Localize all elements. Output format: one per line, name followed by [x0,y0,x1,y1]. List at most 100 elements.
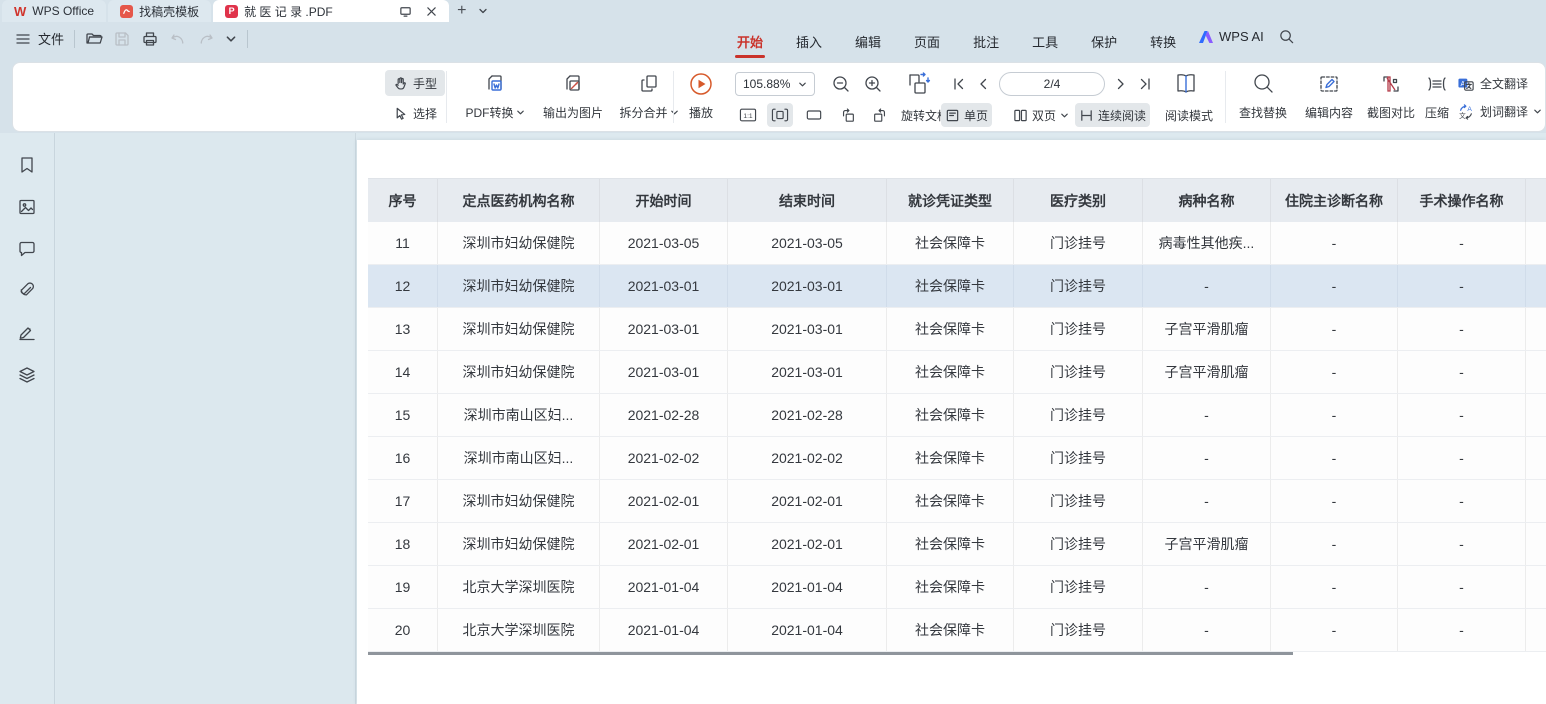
signature-pen-icon[interactable] [17,323,37,343]
table-cell: 2021-03-01 [728,265,887,307]
table-cell: 12 [368,265,438,307]
menu-tab-页面[interactable]: 页面 [912,28,942,55]
prev-page-icon[interactable] [975,76,991,92]
table-cell: - [1398,566,1526,608]
tab-label: WPS Office [32,4,94,18]
attachment-icon[interactable] [17,281,37,301]
zoom-in-icon[interactable] [863,74,883,94]
page-indicator-value: 2/4 [1044,77,1061,91]
menu-tab-编辑[interactable]: 编辑 [853,28,883,55]
table-row[interactable]: 11深圳市妇幼保健院2021-03-052021-03-05社会保障卡门诊挂号病… [368,222,1546,265]
fit-page-button[interactable] [801,103,827,127]
continuous-read-button[interactable]: 连续阅读 [1075,103,1150,127]
table-cell: - [1271,394,1398,436]
svg-text:文: 文 [1459,110,1466,119]
full-translate-button[interactable]: A 全文翻译 [1457,75,1528,92]
pdf-convert-icon [483,69,507,99]
menu-tab-开始[interactable]: 开始 [735,28,765,55]
first-page-icon[interactable] [951,76,967,92]
select-tool-button[interactable]: 选择 [385,100,445,126]
close-tab-icon[interactable] [426,6,437,17]
table-row[interactable]: 15深圳市南山区妇...2021-02-282021-02-28社会保障卡门诊挂… [368,394,1546,437]
screenshot-compare-button[interactable]: 截图对比 [1359,69,1423,121]
last-page-icon[interactable] [1137,76,1153,92]
actual-size-button[interactable]: 1:1 [735,103,761,127]
bookmark-icon[interactable] [17,155,37,175]
menu-tab-插入[interactable]: 插入 [794,28,824,55]
table-cell: 深圳市南山区妇... [438,394,600,436]
quickbar-chevron-icon[interactable] [225,33,237,45]
pdf-page[interactable]: 序号定点医药机构名称开始时间结束时间就诊凭证类型医疗类别病种名称住院主诊断名称手… [357,140,1546,704]
thumbnail-icon[interactable] [17,197,37,217]
comment-icon[interactable] [17,239,37,259]
table-cell: 13 [368,308,438,350]
file-menu-button[interactable]: 文件 [14,29,64,48]
next-page-icon[interactable] [1113,76,1129,92]
table-cell: - [1271,222,1398,264]
single-page-button[interactable]: 单页 [941,103,992,127]
hand-tool-button[interactable]: 手型 [385,70,445,96]
table-row[interactable]: 20北京大学深圳医院2021-01-042021-01-04社会保障卡门诊挂号-… [368,609,1546,652]
table-cell: 社会保障卡 [887,437,1014,479]
full-translate-label: 全文翻译 [1480,75,1528,92]
table-cell: 子宫平滑肌瘤 [1143,523,1271,565]
cursor-icon [393,106,408,121]
table-row[interactable]: 18深圳市妇幼保健院2021-02-012021-02-01社会保障卡门诊挂号子… [368,523,1546,566]
menu-tab-转换[interactable]: 转换 [1148,28,1178,55]
table-cell: 深圳市妇幼保健院 [438,308,600,350]
tab-template-doc[interactable]: 找稿壳模板 [108,0,211,22]
layers-icon[interactable] [17,365,37,385]
column-header: 住院主诊断名称 [1271,179,1398,222]
edit-content-button[interactable]: 编辑内容 [1297,69,1361,121]
send-to-device-icon[interactable] [399,5,412,18]
table-row[interactable]: 13深圳市妇幼保健院2021-03-012021-03-01社会保障卡门诊挂号子… [368,308,1546,351]
word-translate-button[interactable]: A文 划词翻译 [1457,103,1542,120]
table-row[interactable]: 14深圳市妇幼保健院2021-03-012021-03-01社会保障卡门诊挂号子… [368,351,1546,394]
redo-icon[interactable] [197,30,215,48]
table-cell: 北京大学深圳医院 [438,609,600,651]
export-image-button[interactable]: 输出为图片 [533,69,613,121]
table-cell: 社会保障卡 [887,566,1014,608]
navigation-pane[interactable] [56,133,356,704]
open-folder-icon[interactable] [85,30,103,48]
ribbon-search-icon[interactable] [1278,28,1295,45]
table-cell: 社会保障卡 [887,265,1014,307]
double-page-button[interactable]: 双页 [1009,103,1073,127]
new-tab-button[interactable]: + [449,0,474,22]
tab-list-chevron-icon[interactable] [474,0,492,22]
find-replace-button[interactable]: 查找替换 [1231,69,1295,121]
rotate-left-button[interactable] [835,103,861,127]
table-cell: 14 [368,351,438,393]
read-mode-button[interactable]: 阅读模式 [1161,103,1217,127]
fit-width-button[interactable] [767,103,793,127]
tab-wps-office[interactable]: W WPS Office [2,0,106,22]
pdf-convert-button[interactable]: PDF转换 [459,69,531,121]
print-icon[interactable] [141,30,159,48]
table-row[interactable]: 17深圳市妇幼保健院2021-02-012021-02-01社会保障卡门诊挂号-… [368,480,1546,523]
zoom-level-select[interactable]: 105.88% [735,72,815,96]
table-row[interactable]: 16深圳市南山区妇...2021-02-022021-02-02社会保障卡门诊挂… [368,437,1546,480]
menu-tab-工具[interactable]: 工具 [1030,28,1060,55]
table-cell: 2021-02-01 [728,523,887,565]
one-to-one-icon: 1:1 [739,107,757,123]
table-cell: 2021-01-04 [600,609,728,651]
save-icon[interactable] [113,30,131,48]
table-cell: - [1398,609,1526,651]
menu-tab-批注[interactable]: 批注 [971,28,1001,55]
wps-pdf-window: W WPS Office 找稿壳模板 P 就 医 记 录 .PDF + [0,0,1546,704]
zoom-out-icon[interactable] [831,74,851,94]
edit-content-icon [1317,69,1341,99]
table-cell: - [1271,308,1398,350]
page-indicator-input[interactable]: 2/4 [999,72,1105,96]
menu-tab-保护[interactable]: 保护 [1089,28,1119,55]
wps-ai-button[interactable]: WPS AI [1198,29,1264,44]
undo-icon[interactable] [169,30,187,48]
play-button[interactable]: 播放 [675,69,727,121]
zoom-level-value: 105.88% [743,77,790,91]
tab-medical-record-pdf[interactable]: P 就 医 记 录 .PDF [213,0,449,22]
compress-button[interactable]: 压缩 [1415,69,1459,121]
table-row[interactable]: 19北京大学深圳医院2021-01-042021-01-04社会保障卡门诊挂号-… [368,566,1546,609]
table-row[interactable]: 12深圳市妇幼保健院2021-03-012021-03-01社会保障卡门诊挂号-… [368,265,1546,308]
rotate-right-button[interactable] [867,103,893,127]
rotate-doc-icon[interactable] [905,71,931,97]
